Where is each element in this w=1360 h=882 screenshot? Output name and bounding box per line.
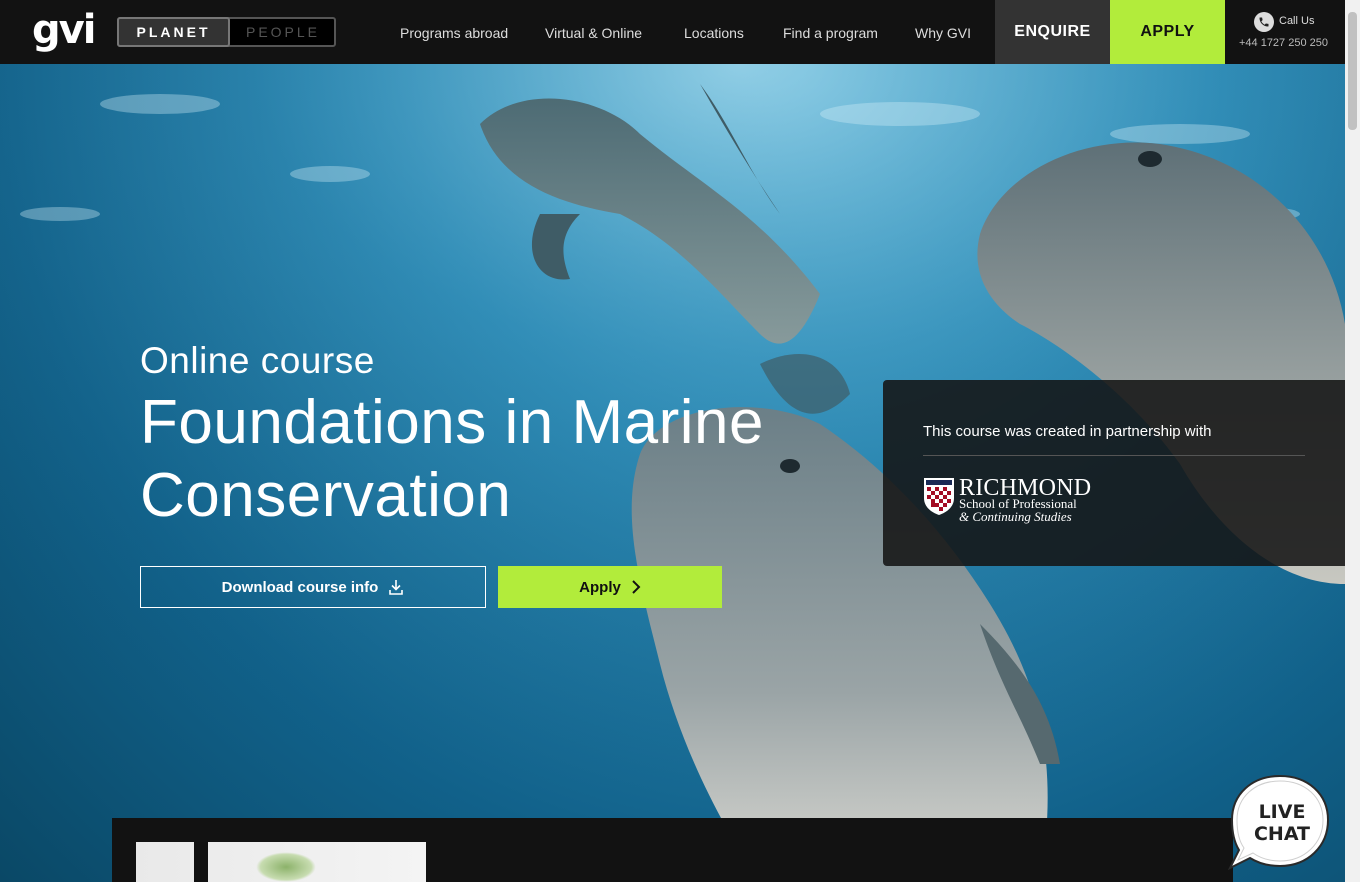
hero-section: Online course Foundations in Marine Cons… [0,64,1345,882]
content-preview-section [112,818,1233,882]
hero-apply-button[interactable]: Apply [498,566,722,608]
phone-icon [1254,12,1274,32]
download-icon [389,580,404,595]
hero-apply-label: Apply [579,578,621,596]
gvi-logo[interactable]: gvi [32,6,96,54]
apply-top-button[interactable]: APPLY [1110,0,1225,64]
partnership-divider [923,455,1305,456]
chevron-right-icon [632,580,641,594]
partnership-text: This course was created in partnership w… [923,423,1212,440]
partnership-panel: This course was created in partnership w… [883,380,1345,566]
richmond-logo[interactable]: RICHMOND School of Professional & Contin… [923,475,1113,527]
nav-locations[interactable]: Locations [684,0,744,64]
toggle-planet[interactable]: PLANET [117,17,230,47]
nav-find-a-program[interactable]: Find a program [783,0,878,64]
call-us[interactable]: Call Us +44 1727 250 250 [1225,0,1345,64]
hero-title: Foundations in Marine Conservation [140,388,764,530]
richmond-subtitle-2: & Continuing Studies [959,509,1072,524]
download-course-info-button[interactable]: Download course info [140,566,486,608]
live-chat-line1: LIVE [1258,801,1306,823]
enquire-button[interactable]: ENQUIRE [995,0,1110,64]
live-chat-line2: CHAT [1253,823,1311,845]
nav-virtual-online[interactable]: Virtual & Online [545,0,642,64]
planet-people-toggle[interactable]: PLANET PEOPLE [117,17,336,47]
top-navigation-bar: gvi PLANET PEOPLE Programs abroad Virtua… [0,0,1345,64]
toggle-people[interactable]: PEOPLE [231,19,335,45]
richmond-shield-icon [924,478,954,515]
phone-number[interactable]: +44 1727 250 250 [1225,37,1342,49]
live-chat-button[interactable]: LIVE CHAT [1226,772,1332,874]
live-chat-label: LIVE CHAT [1246,801,1318,845]
scrollbar-thumb[interactable] [1348,12,1357,130]
hero-eyebrow: Online course [140,340,375,381]
content-thumbnail-image [136,842,426,882]
page-scrollbar[interactable] [1345,0,1360,882]
download-course-info-label: Download course info [221,578,379,596]
nav-why-gvi[interactable]: Why GVI [915,0,971,64]
call-us-label: Call Us [1279,15,1315,27]
nav-programs-abroad[interactable]: Programs abroad [400,0,508,64]
